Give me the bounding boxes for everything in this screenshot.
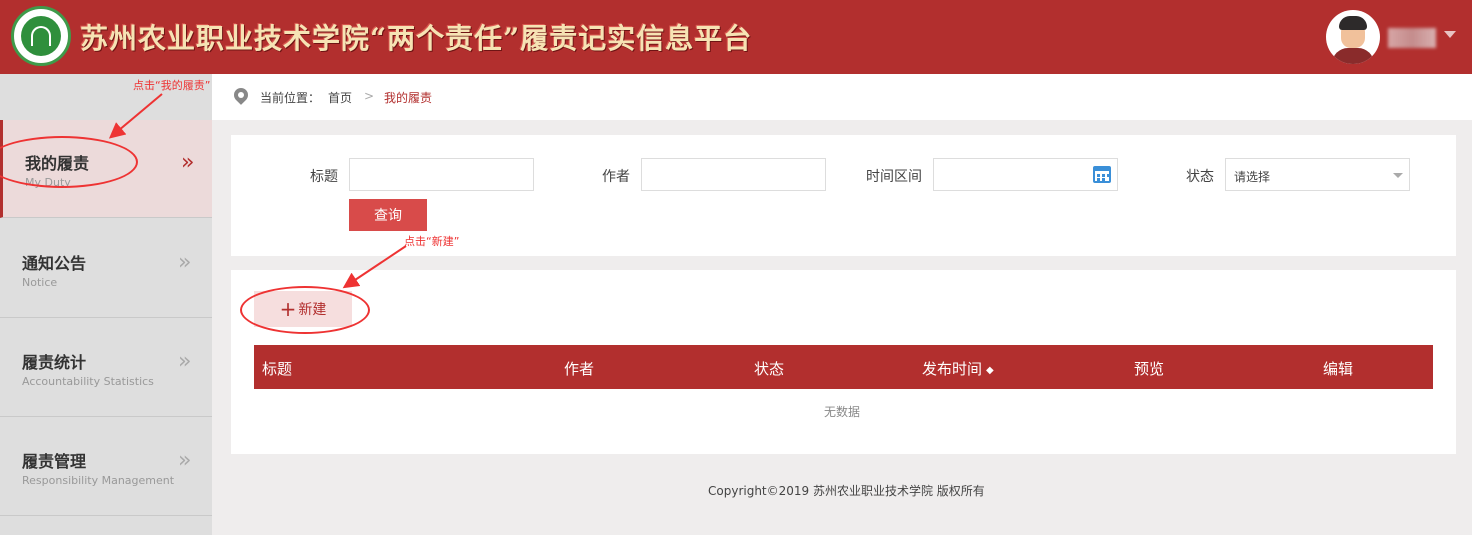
annotation-arrow-new [342, 245, 407, 289]
annotation-arrows [108, 93, 407, 289]
annotation-arrow-my-duty [108, 93, 163, 139]
